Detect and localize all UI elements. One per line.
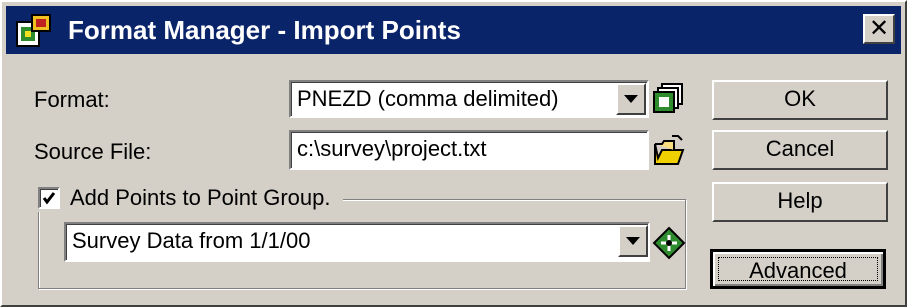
chevron-down-icon xyxy=(626,237,640,245)
help-button[interactable]: Help xyxy=(712,182,888,222)
point-group-select-value: Survey Data from 1/1/00 xyxy=(72,228,311,253)
source-file-value: c:\survey\project.txt xyxy=(297,136,487,161)
advanced-button[interactable]: Advanced xyxy=(710,249,886,289)
format-manager-icon xyxy=(16,14,51,47)
add-to-group-label: Add Points to Point Group. xyxy=(70,185,331,210)
format-dropdown-button[interactable] xyxy=(616,83,646,115)
close-icon: ✕ xyxy=(868,15,890,42)
point-group-select[interactable]: Survey Data from 1/1/00 xyxy=(64,222,650,262)
copy-formats-icon[interactable] xyxy=(652,82,686,116)
format-label: Format: xyxy=(34,87,110,112)
title-bar[interactable]: Format Manager - Import Points ✕ xyxy=(6,6,901,54)
point-group-icon[interactable] xyxy=(652,226,686,260)
ok-button[interactable]: OK xyxy=(712,80,888,120)
point-group-dropdown-button[interactable] xyxy=(618,225,648,257)
chevron-down-icon xyxy=(624,95,638,103)
source-file-label: Source File: xyxy=(34,139,152,164)
checkmark-icon xyxy=(42,192,56,205)
window-title: Format Manager - Import Points xyxy=(68,15,461,45)
advanced-button-label: Advanced xyxy=(718,257,878,283)
cancel-button[interactable]: Cancel xyxy=(712,130,888,170)
add-to-group-checkbox[interactable] xyxy=(38,187,60,209)
format-select[interactable]: PNEZD (comma delimited) xyxy=(289,80,649,118)
close-button[interactable]: ✕ xyxy=(863,14,895,44)
format-manager-dialog: Format Manager - Import Points ✕ Format:… xyxy=(0,0,907,307)
open-folder-icon[interactable] xyxy=(652,134,686,168)
source-file-input[interactable]: c:\survey\project.txt xyxy=(289,130,649,170)
add-to-group-checkbox-row[interactable]: Add Points to Point Group. xyxy=(34,182,343,212)
format-select-value: PNEZD (comma delimited) xyxy=(297,86,559,111)
